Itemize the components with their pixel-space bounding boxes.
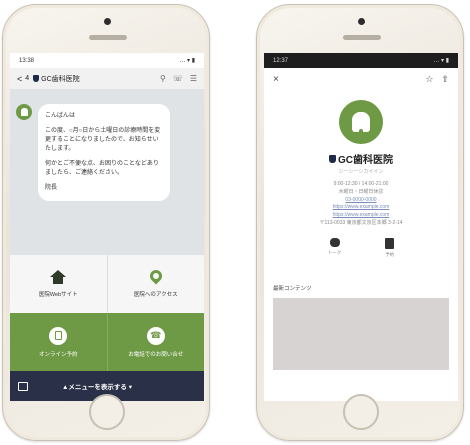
house-icon <box>50 270 67 284</box>
clinic-logo <box>339 100 383 144</box>
message-paragraph: この度、○月○日から土曜日の診療時間を変更することになりましたので、お知らせいた… <box>45 128 161 152</box>
profile-header: × ☆ ⇧ <box>264 68 458 90</box>
unread-count: 4 <box>25 75 30 82</box>
header-icons: ⚲ ☏ ☰ <box>160 74 197 83</box>
status-icons: … ▾ ▮ <box>179 58 195 64</box>
line-chat-screen: 13:38 … ▾ ▮ < 4 GC歯科医院 ⚲ ☏ ☰ こんばんは この度、○… <box>10 53 204 401</box>
camera <box>104 18 111 25</box>
clinic-url-link-2[interactable]: https://www.example.com <box>264 212 458 220</box>
search-icon[interactable]: ⚲ <box>160 74 166 83</box>
menu-online-booking-button[interactable]: オンライン予約 <box>10 313 108 371</box>
speaker <box>343 35 381 40</box>
status-bar: 12:37 … ▾ ▮ <box>264 53 458 68</box>
book-action-button[interactable]: 予約 <box>385 237 395 258</box>
clinic-hours: 9:00-12:30 / 14:00-21:00 <box>333 181 389 187</box>
chat-title: GC歯科医院 <box>33 74 160 84</box>
menu-online-booking-label: オンライン予約 <box>38 351 78 358</box>
header-actions: ☆ ⇧ <box>425 74 449 85</box>
menu-phone-inquiry-button[interactable]: ☎ お電話でのお問い合せ <box>108 313 205 371</box>
phone-left: 13:38 … ▾ ▮ < 4 GC歯科医院 ⚲ ☏ ☰ こんばんは この度、○… <box>2 4 210 441</box>
message-paragraph: 何かとご不便な点、お困りのことなどありましたら、ご連絡ください。 <box>45 161 159 176</box>
menu-phone-inquiry-label: お電話でのお問い合せ <box>128 351 184 358</box>
menu-icon[interactable]: ☰ <box>190 74 197 83</box>
chat-area[interactable]: こんばんは この度、○月○日から土曜日の診療時間を変更することになりましたので、… <box>10 90 204 255</box>
profile-screen: 12:37 … ▾ ▮ × ☆ ⇧ GC歯科医院 ジーシーシカイイン 9:00-… <box>264 53 458 401</box>
status-icons: … ▾ ▮ <box>433 58 449 64</box>
map-pin-icon <box>147 267 165 285</box>
clinic-name: GC歯科医院 <box>264 151 458 166</box>
tooth-icon <box>20 108 28 116</box>
phone-icon[interactable]: ☏ <box>173 74 183 83</box>
profile-actions: トーク 予約 <box>264 237 458 258</box>
clinic-closed-days: 木曜日・日曜日休診 <box>338 188 384 195</box>
clinic-phone-link[interactable]: 03-0000-0000 <box>264 197 458 205</box>
home-button[interactable] <box>89 394 125 430</box>
message-greeting: こんばんは <box>45 113 76 119</box>
menu-access-button[interactable]: 医院へのアクセス <box>108 255 205 313</box>
menu-access-label: 医院へのアクセス <box>133 292 178 298</box>
status-time: 12:37 <box>273 57 289 64</box>
phone-icon: ☎ <box>146 326 165 345</box>
clinic-address: 〒113-0033 東京都文京区本郷 3-2-14 <box>319 219 403 226</box>
favorite-icon[interactable]: ☆ <box>425 74 433 85</box>
document-icon <box>49 326 68 345</box>
verified-shield-icon <box>329 154 336 163</box>
chat-action-label: トーク <box>327 249 342 255</box>
message-signature: 院長 <box>45 185 58 191</box>
verified-shield-icon <box>33 75 40 82</box>
camera <box>358 18 365 25</box>
status-bar: 13:38 … ▾ ▮ <box>10 53 204 68</box>
speaker <box>89 35 127 40</box>
menu-toggle-label: ▲メニューを表示する ▾ <box>62 384 133 391</box>
avatar[interactable] <box>16 104 32 120</box>
rich-menu-top: 医院Webサイト 医院へのアクセス <box>10 255 204 313</box>
keyboard-icon[interactable] <box>18 381 28 391</box>
clinic-url-link[interactable]: https://www.example.com <box>264 204 458 212</box>
tooth-icon <box>352 112 370 135</box>
phone-right: 12:37 … ▾ ▮ × ☆ ⇧ GC歯科医院 ジーシーシカイイン 9:00-… <box>256 4 464 441</box>
book-action-label: 予約 <box>385 251 395 257</box>
menu-website-label: 医院Webサイト <box>38 292 78 298</box>
clinic-info: 9:00-12:30 / 14:00-21:00 木曜日・日曜日休診 03-00… <box>264 181 458 228</box>
message-bubble[interactable]: こんばんは この度、○月○日から土曜日の診療時間を変更することになりましたので、… <box>38 104 170 201</box>
latest-contents-label: 最新コンテンツ <box>273 285 312 292</box>
clinic-subname: ジーシーシカイイン <box>338 169 384 175</box>
book-icon <box>385 237 395 249</box>
status-time: 13:38 <box>19 57 35 64</box>
back-button[interactable]: < <box>17 74 22 84</box>
chat-title-text: GC歯科医院 <box>41 75 80 83</box>
menu-website-button[interactable]: 医院Webサイト <box>10 255 108 313</box>
rich-menu-bottom: オンライン予約 ☎ お電話でのお問い合せ <box>10 313 204 371</box>
share-icon[interactable]: ⇧ <box>441 74 449 85</box>
close-icon[interactable]: × <box>273 74 279 85</box>
chat-action-button[interactable]: トーク <box>327 237 342 258</box>
chat-icon <box>329 237 340 247</box>
clinic-name-text: GC歯科医院 <box>338 155 393 166</box>
latest-contents-card[interactable] <box>273 297 449 370</box>
chat-header: < 4 GC歯科医院 ⚲ ☏ ☰ <box>10 68 204 90</box>
home-button[interactable] <box>343 394 379 430</box>
